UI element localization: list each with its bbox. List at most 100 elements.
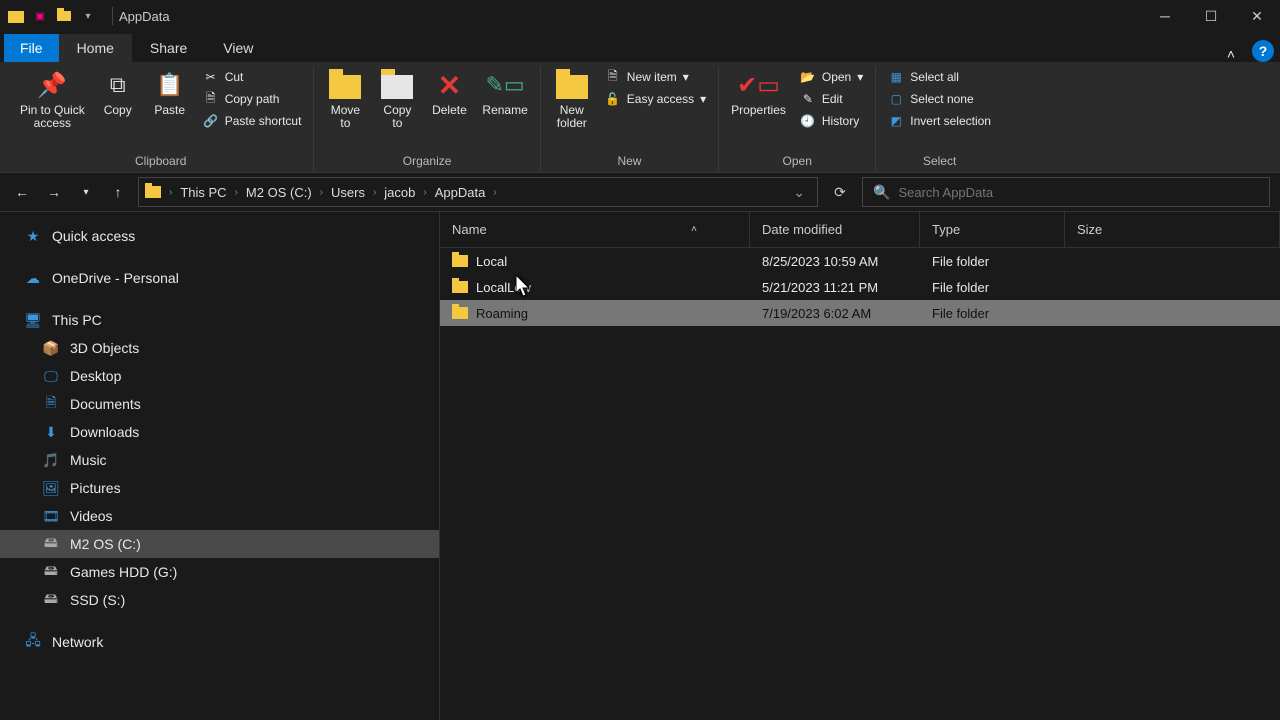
copy-to-button[interactable]: Copy to	[374, 66, 420, 132]
qat-properties-icon[interactable]: ▣	[32, 8, 48, 24]
tree-m2os[interactable]: 🖴M2 OS (C:)	[0, 530, 439, 558]
open-button[interactable]: 📂Open ▾	[796, 68, 867, 86]
new-folder-button[interactable]: New folder	[549, 66, 595, 132]
move-to-button[interactable]: Move to	[322, 66, 368, 132]
maximize-button[interactable]: ☐	[1188, 0, 1234, 32]
edit-button[interactable]: ✎Edit	[796, 90, 867, 108]
copypath-icon: 🗎	[203, 91, 219, 107]
ribbon-group-open: ✔▭ Properties 📂Open ▾ ✎Edit 🕘History Ope…	[719, 66, 876, 172]
cut-icon: ✂	[203, 69, 219, 85]
paste-button[interactable]: 📋 Paste	[147, 66, 193, 119]
objects-icon: 📦	[42, 339, 60, 357]
window-title: AppData	[119, 9, 170, 24]
easy-access-button[interactable]: 🔓Easy access ▾	[601, 90, 710, 108]
newitem-icon: 🗎	[605, 69, 621, 85]
pictures-icon: 🖼	[42, 479, 60, 497]
collapse-ribbon-button[interactable]: ˄	[1216, 46, 1246, 62]
tree-games-hdd[interactable]: 🖴Games HDD (G:)	[0, 558, 439, 586]
tree-pictures[interactable]: 🖼Pictures	[0, 474, 439, 502]
copy-icon: ⧉	[101, 68, 135, 102]
address-bar[interactable]: › This PC › M2 OS (C:) › Users › jacob ›…	[138, 177, 818, 207]
tab-share[interactable]: Share	[132, 34, 205, 62]
selectall-icon: ▦	[888, 69, 904, 85]
crumb-user[interactable]: jacob	[380, 183, 419, 202]
paste-icon: 📋	[153, 68, 187, 102]
help-button[interactable]: ?	[1252, 40, 1274, 62]
move-to-icon	[328, 68, 362, 102]
crumb-drive[interactable]: M2 OS (C:)	[242, 183, 316, 202]
pc-icon: 🖥	[24, 311, 42, 329]
close-button[interactable]: ✕	[1234, 0, 1280, 32]
col-size[interactable]: Size	[1065, 212, 1280, 247]
quick-access-toolbar: ▣ ▾	[32, 8, 96, 24]
minimize-button[interactable]: ─	[1142, 0, 1188, 32]
tab-file[interactable]: File	[4, 34, 59, 62]
history-button[interactable]: 🕘History	[796, 112, 867, 130]
folder-icon	[452, 307, 468, 319]
tree-videos[interactable]: 🎞Videos	[0, 502, 439, 530]
recent-button[interactable]: ▾	[74, 180, 98, 204]
crumb-users[interactable]: Users	[327, 183, 369, 202]
select-none-button[interactable]: ▢Select none	[884, 90, 995, 108]
qat-dropdown-icon[interactable]: ▾	[80, 8, 96, 24]
tree-network[interactable]: 🖧 Network	[0, 628, 439, 656]
rename-button[interactable]: ✎▭ Rename	[478, 66, 531, 119]
search-input[interactable]	[898, 185, 1259, 200]
properties-button[interactable]: ✔▭ Properties	[727, 66, 790, 119]
tab-home[interactable]: Home	[59, 34, 132, 62]
tab-view[interactable]: View	[205, 34, 271, 62]
tree-this-pc[interactable]: 🖥 This PC	[0, 306, 439, 334]
pin-to-quick-access-button[interactable]: 📌 Pin to Quick access	[16, 66, 89, 132]
window-controls: ─ ☐ ✕	[1142, 0, 1280, 32]
crumb-appdata[interactable]: AppData	[431, 183, 490, 202]
pasteshortcut-icon: 🔗	[203, 113, 219, 129]
cut-button[interactable]: ✂Cut	[199, 68, 306, 86]
tree-documents[interactable]: 🗎Documents	[0, 390, 439, 418]
invert-selection-button[interactable]: ◩Invert selection	[884, 112, 995, 130]
pin-icon: 📌	[35, 68, 69, 102]
tree-desktop[interactable]: 🖵Desktop	[0, 362, 439, 390]
file-row-locallow[interactable]: LocalLow 5/21/2023 11:21 PM File folder	[440, 274, 1280, 300]
paste-shortcut-button[interactable]: 🔗Paste shortcut	[199, 112, 306, 130]
back-button[interactable]: ←	[10, 180, 34, 204]
copy-path-button[interactable]: 🗎Copy path	[199, 90, 306, 108]
tree-onedrive[interactable]: ☁ OneDrive - Personal	[0, 264, 439, 292]
network-icon: 🖧	[24, 633, 42, 651]
selectnone-icon: ▢	[888, 91, 904, 107]
address-dropdown[interactable]: ⌄	[787, 184, 811, 201]
delete-button[interactable]: ✕ Delete	[426, 66, 472, 119]
tree-music[interactable]: 🎵Music	[0, 446, 439, 474]
tree-3d-objects[interactable]: 📦3D Objects	[0, 334, 439, 362]
ribbon-group-organize: Move to Copy to ✕ Delete ✎▭ Rename Organ…	[314, 66, 540, 172]
videos-icon: 🎞	[42, 507, 60, 525]
folder-icon	[452, 255, 468, 267]
desktop-icon: 🖵	[42, 367, 60, 385]
tree-ssd[interactable]: 🖴SSD (S:)	[0, 586, 439, 614]
search-box[interactable]: 🔍	[862, 177, 1270, 207]
new-item-button[interactable]: 🗎New item ▾	[601, 68, 710, 86]
titlebar: ▣ ▾ AppData ─ ☐ ✕	[0, 0, 1280, 32]
window-folder-icon	[8, 11, 24, 23]
tree-quick-access[interactable]: ★ Quick access	[0, 222, 439, 250]
history-icon: 🕘	[800, 113, 816, 129]
col-type[interactable]: Type	[920, 212, 1065, 247]
col-date[interactable]: Date modified	[750, 212, 920, 247]
col-name[interactable]: Name˄	[440, 212, 750, 247]
file-row-roaming[interactable]: Roaming 7/19/2023 6:02 AM File folder	[440, 300, 1280, 326]
invert-icon: ◩	[888, 113, 904, 129]
crumb-thispc[interactable]: This PC	[176, 183, 230, 202]
file-row-local[interactable]: Local 8/25/2023 10:59 AM File folder	[440, 248, 1280, 274]
refresh-button[interactable]: ⟳	[826, 184, 854, 201]
ribbon-group-select: ▦Select all ▢Select none ◩Invert selecti…	[876, 66, 1003, 172]
ribbon: 📌 Pin to Quick access ⧉ Copy 📋 Paste ✂Cu…	[0, 62, 1280, 172]
up-button[interactable]: ↑	[106, 180, 130, 204]
forward-button[interactable]: →	[42, 180, 66, 204]
folder-icon	[452, 281, 468, 293]
copy-button[interactable]: ⧉ Copy	[95, 66, 141, 119]
select-all-button[interactable]: ▦Select all	[884, 68, 995, 86]
nav-tree: ★ Quick access ☁ OneDrive - Personal 🖥 T…	[0, 212, 440, 720]
titlebar-divider	[112, 7, 113, 25]
edit-icon: ✎	[800, 91, 816, 107]
qat-newfolder-icon[interactable]	[56, 8, 72, 24]
tree-downloads[interactable]: ⬇Downloads	[0, 418, 439, 446]
